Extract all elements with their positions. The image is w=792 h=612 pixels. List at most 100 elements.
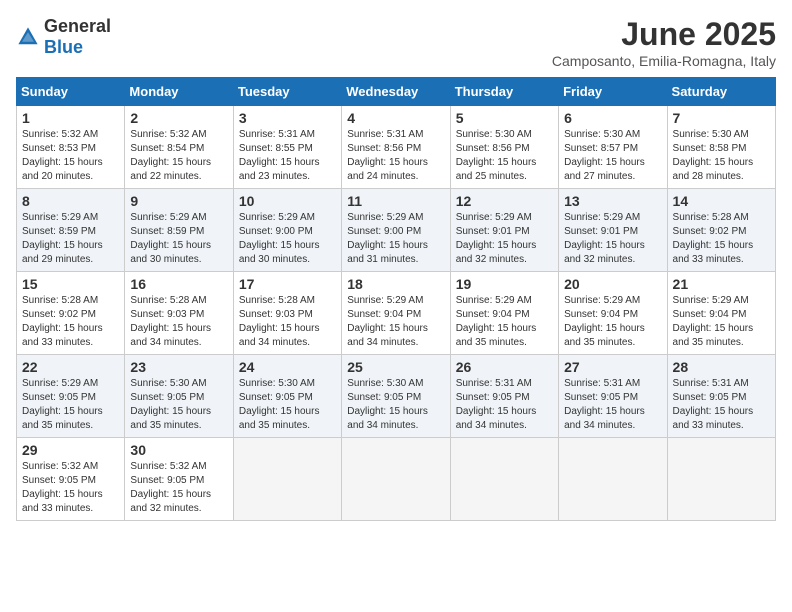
table-cell: 20Sunrise: 5:29 AMSunset: 9:04 PMDayligh…	[559, 272, 667, 355]
header-friday: Friday	[559, 78, 667, 106]
cell-text: Sunrise: 5:32 AMSunset: 8:53 PMDaylight:…	[22, 128, 119, 184]
cell-text: Sunrise: 5:31 AMSunset: 8:56 PMDaylight:…	[347, 128, 444, 184]
calendar-row-5: 29 Sunrise: 5:32 AMSunset: 9:05 PMDayligh…	[17, 438, 776, 521]
header-monday: Monday	[125, 78, 233, 106]
day-number: 3	[239, 110, 336, 126]
calendar-row-2: 8 Sunrise: 5:29 AMSunset: 8:59 PMDaylight…	[17, 189, 776, 272]
table-cell: 14Sunrise: 5:28 AMSunset: 9:02 PMDayligh…	[667, 189, 775, 272]
day-number: 19	[456, 276, 553, 292]
header-tuesday: Tuesday	[233, 78, 341, 106]
day-number: 18	[347, 276, 444, 292]
day-number: 12	[456, 193, 553, 209]
cell-text: Sunrise: 5:31 AMSunset: 9:05 PMDaylight:…	[456, 377, 553, 433]
day-number: 16	[130, 276, 227, 292]
table-cell: 25Sunrise: 5:30 AMSunset: 9:05 PMDayligh…	[342, 355, 450, 438]
day-number: 10	[239, 193, 336, 209]
cell-text: Sunrise: 5:29 AMSunset: 9:05 PMDaylight:…	[22, 377, 119, 433]
table-cell: 15 Sunrise: 5:28 AMSunset: 9:02 PMDayligh…	[17, 272, 125, 355]
cell-text: Sunrise: 5:29 AMSunset: 9:01 PMDaylight:…	[564, 211, 661, 267]
calendar-table: Sunday Monday Tuesday Wednesday Thursday…	[16, 77, 776, 521]
day-number: 21	[673, 276, 770, 292]
table-cell: 19 Sunrise: 5:29 AMSunset: 9:04 PMDayligh…	[450, 272, 558, 355]
cell-text: Sunrise: 5:29 AMSunset: 9:00 PMDaylight:…	[239, 211, 336, 267]
day-number: 25	[347, 359, 444, 375]
cell-text: Sunrise: 5:32 AMSunset: 9:05 PMDaylight:…	[22, 460, 119, 516]
table-cell: 22 Sunrise: 5:29 AMSunset: 9:05 PMDayligh…	[17, 355, 125, 438]
table-cell: 11 Sunrise: 5:29 AMSunset: 9:00 PMDayligh…	[342, 189, 450, 272]
calendar-header-row: Sunday Monday Tuesday Wednesday Thursday…	[17, 78, 776, 106]
table-cell: 10 Sunrise: 5:29 AMSunset: 9:00 PMDayligh…	[233, 189, 341, 272]
table-cell: 18 Sunrise: 5:29 AMSunset: 9:04 PMDayligh…	[342, 272, 450, 355]
day-number: 28	[673, 359, 770, 375]
header-wednesday: Wednesday	[342, 78, 450, 106]
table-cell: 8 Sunrise: 5:29 AMSunset: 8:59 PMDaylight…	[17, 189, 125, 272]
cell-text: Sunrise: 5:28 AMSunset: 9:02 PMDaylight:…	[22, 294, 119, 350]
table-cell	[233, 438, 341, 521]
day-number: 15	[22, 276, 119, 292]
table-cell: 28Sunrise: 5:31 AMSunset: 9:05 PMDayligh…	[667, 355, 775, 438]
day-number: 20	[564, 276, 661, 292]
table-cell	[667, 438, 775, 521]
day-number: 14	[673, 193, 770, 209]
logo: General Blue	[16, 16, 111, 58]
cell-text: Sunrise: 5:29 AMSunset: 9:04 PMDaylight:…	[347, 294, 444, 350]
cell-text: Sunrise: 5:30 AMSunset: 8:57 PMDaylight:…	[564, 128, 661, 184]
cell-text: Sunrise: 5:29 AMSunset: 9:04 PMDaylight:…	[673, 294, 770, 350]
calendar-row-1: 1 Sunrise: 5:32 AMSunset: 8:53 PMDaylight…	[17, 106, 776, 189]
table-cell: 16 Sunrise: 5:28 AMSunset: 9:03 PMDayligh…	[125, 272, 233, 355]
location-title: Camposanto, Emilia-Romagna, Italy	[552, 53, 776, 69]
day-number: 23	[130, 359, 227, 375]
month-title: June 2025	[552, 16, 776, 53]
day-number: 5	[456, 110, 553, 126]
day-number: 1	[22, 110, 119, 126]
day-number: 26	[456, 359, 553, 375]
day-number: 7	[673, 110, 770, 126]
day-number: 27	[564, 359, 661, 375]
logo-blue: Blue	[44, 37, 83, 57]
cell-text: Sunrise: 5:28 AMSunset: 9:03 PMDaylight:…	[239, 294, 336, 350]
day-number: 29	[22, 442, 119, 458]
cell-text: Sunrise: 5:32 AMSunset: 9:05 PMDaylight:…	[130, 460, 227, 516]
cell-text: Sunrise: 5:30 AMSunset: 8:58 PMDaylight:…	[673, 128, 770, 184]
cell-text: Sunrise: 5:29 AMSunset: 9:04 PMDaylight:…	[456, 294, 553, 350]
cell-text: Sunrise: 5:30 AMSunset: 8:56 PMDaylight:…	[456, 128, 553, 184]
cell-text: Sunrise: 5:32 AMSunset: 8:54 PMDaylight:…	[130, 128, 227, 184]
table-cell: 17 Sunrise: 5:28 AMSunset: 9:03 PMDayligh…	[233, 272, 341, 355]
table-cell: 21 Sunrise: 5:29 AMSunset: 9:04 PMDayligh…	[667, 272, 775, 355]
cell-text: Sunrise: 5:28 AMSunset: 9:03 PMDaylight:…	[130, 294, 227, 350]
table-cell: 3Sunrise: 5:31 AMSunset: 8:55 PMDaylight…	[233, 106, 341, 189]
table-cell: 29 Sunrise: 5:32 AMSunset: 9:05 PMDayligh…	[17, 438, 125, 521]
cell-text: Sunrise: 5:29 AMSunset: 8:59 PMDaylight:…	[22, 211, 119, 267]
table-cell: 23 Sunrise: 5:30 AMSunset: 9:05 PMDayligh…	[125, 355, 233, 438]
cell-text: Sunrise: 5:30 AMSunset: 9:05 PMDaylight:…	[130, 377, 227, 433]
calendar-row-4: 22 Sunrise: 5:29 AMSunset: 9:05 PMDayligh…	[17, 355, 776, 438]
header-saturday: Saturday	[667, 78, 775, 106]
title-area: June 2025 Camposanto, Emilia-Romagna, It…	[552, 16, 776, 69]
table-cell: 5 Sunrise: 5:30 AMSunset: 8:56 PMDaylight…	[450, 106, 558, 189]
table-cell: 13 Sunrise: 5:29 AMSunset: 9:01 PMDayligh…	[559, 189, 667, 272]
cell-text: Sunrise: 5:29 AMSunset: 8:59 PMDaylight:…	[130, 211, 227, 267]
day-number: 22	[22, 359, 119, 375]
day-number: 13	[564, 193, 661, 209]
table-cell: 12 Sunrise: 5:29 AMSunset: 9:01 PMDayligh…	[450, 189, 558, 272]
header: General Blue June 2025 Camposanto, Emili…	[16, 16, 776, 69]
day-number: 11	[347, 193, 444, 209]
calendar-row-3: 15 Sunrise: 5:28 AMSunset: 9:02 PMDayligh…	[17, 272, 776, 355]
cell-text: Sunrise: 5:29 AMSunset: 9:01 PMDaylight:…	[456, 211, 553, 267]
day-number: 2	[130, 110, 227, 126]
table-cell: 30 Sunrise: 5:32 AMSunset: 9:05 PMDayligh…	[125, 438, 233, 521]
day-number: 8	[22, 193, 119, 209]
day-number: 30	[130, 442, 227, 458]
table-cell: 9Sunrise: 5:29 AMSunset: 8:59 PMDaylight…	[125, 189, 233, 272]
header-sunday: Sunday	[17, 78, 125, 106]
table-cell: 6Sunrise: 5:30 AMSunset: 8:57 PMDaylight…	[559, 106, 667, 189]
logo-general: General	[44, 16, 111, 36]
table-cell: 2 Sunrise: 5:32 AMSunset: 8:54 PMDaylight…	[125, 106, 233, 189]
table-cell	[450, 438, 558, 521]
cell-text: Sunrise: 5:31 AMSunset: 9:05 PMDaylight:…	[564, 377, 661, 433]
logo-icon	[16, 25, 40, 49]
table-cell: 4 Sunrise: 5:31 AMSunset: 8:56 PMDaylight…	[342, 106, 450, 189]
day-number: 17	[239, 276, 336, 292]
day-number: 4	[347, 110, 444, 126]
cell-text: Sunrise: 5:29 AMSunset: 9:00 PMDaylight:…	[347, 211, 444, 267]
